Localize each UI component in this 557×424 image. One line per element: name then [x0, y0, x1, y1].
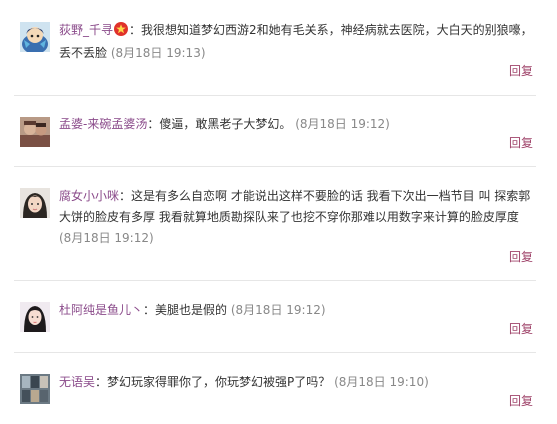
- red-star-icon: [114, 22, 129, 43]
- avatar[interactable]: [20, 302, 50, 332]
- comment-body: ：傻逼，敢黑老子大梦幻。: [147, 117, 292, 131]
- comment-text: 腐女小小咪：这是有多么自恋啊 才能说出这样不要脸的话 我看下次出一档节目 叫 探…: [59, 186, 537, 249]
- comment-divider: [14, 280, 536, 281]
- reply-button[interactable]: 回复: [509, 392, 533, 409]
- avatar[interactable]: [20, 117, 50, 147]
- avatar[interactable]: [20, 22, 50, 52]
- reply-button[interactable]: 回复: [509, 248, 533, 265]
- comment-divider: [14, 95, 536, 96]
- username-link[interactable]: 腐女小小咪: [59, 189, 119, 203]
- avatar[interactable]: [20, 188, 50, 218]
- username-link[interactable]: 无语吴: [59, 375, 95, 389]
- comment-text: 孟婆-来碗孟婆汤：傻逼，敢黑老子大梦幻。 (8月18日 19:12): [59, 114, 537, 135]
- reply-button[interactable]: 回复: [509, 62, 533, 79]
- comment-time: (8月18日 19:10): [334, 375, 429, 389]
- comment-time: (8月18日 19:12): [230, 303, 326, 317]
- comment-text: 无语吴：梦幻玩家得罪你了，你玩梦幻被强P了吗？ (8月18日 19:10): [59, 372, 537, 393]
- username-link[interactable]: 荻野_千寻: [59, 23, 113, 37]
- comment-time: (8月18日 19:13): [110, 46, 206, 60]
- comment-body: ：这是有多么自恋啊 才能说出这样不要脸的话 我看下次出一档节目 叫 探索郭大饼的…: [59, 189, 531, 224]
- comment-divider: [14, 352, 536, 353]
- reply-button[interactable]: 回复: [509, 134, 533, 151]
- comment-text: 荻野_千寻 ：我很想知道梦幻西游2和她有毛关系，神经病就去医院，大白天的别狼嚎，丢…: [59, 20, 537, 64]
- comment-body: ：美腿也是假的: [143, 303, 228, 317]
- username-link[interactable]: 孟婆-来碗孟婆汤: [59, 117, 147, 131]
- comment-time: (8月18日 19:12): [59, 231, 154, 245]
- avatar[interactable]: [20, 374, 50, 404]
- comment-body: ：梦幻玩家得罪你了，你玩梦幻被强P了吗？: [95, 375, 331, 389]
- comment-time: (8月18日 19:12): [295, 117, 390, 131]
- comment-text: 杜阿纯是鱼儿丶：美腿也是假的 (8月18日 19:12): [59, 300, 537, 321]
- username-link[interactable]: 杜阿纯是鱼儿丶: [59, 303, 143, 317]
- reply-button[interactable]: 回复: [509, 320, 533, 337]
- comment-divider: [14, 166, 536, 167]
